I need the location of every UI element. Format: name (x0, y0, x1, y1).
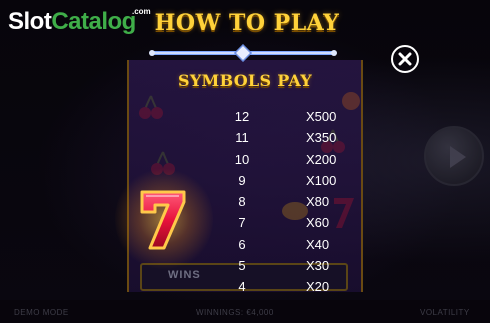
payout-multiplier: X60 (306, 215, 330, 231)
payout-multiplier: X20 (306, 279, 330, 295)
symbol-count: 4 (238, 279, 246, 295)
slotcatalog-watermark: SlotCatalog .com (8, 7, 151, 38)
paytable-row: 12 X500 (226, 106, 350, 127)
symbol-count: 6 (238, 236, 246, 252)
paytable-row: 8 X80 (226, 191, 350, 212)
background-bottom-left-text: DEMO MODE (14, 308, 69, 317)
close-icon (398, 52, 412, 66)
page-title: HOW TO PLAY (154, 10, 340, 36)
background-cherry-icon (139, 95, 163, 119)
close-button[interactable] (391, 45, 419, 73)
symbol-count: 7 (238, 215, 246, 231)
paytable-row: 11 X350 (226, 127, 350, 148)
symbol-count: 8 (238, 194, 246, 210)
symbol-count: 12 (234, 109, 250, 124)
background-spin-button (424, 126, 484, 186)
payout-multiplier: X100 (306, 172, 337, 188)
payout-multiplier: X500 (306, 109, 337, 124)
payout-multiplier: X80 (306, 194, 330, 210)
paytable-row: 9 X100 (226, 170, 350, 191)
background-bottom-center-text: WINNINGS: €4,000 (196, 308, 274, 317)
payout-multiplier: X200 (306, 151, 337, 167)
watermark-slot-text: Slot (8, 8, 52, 35)
section-title: SYMBOLS PAY (177, 71, 313, 90)
payout-multiplier: X30 (306, 258, 330, 274)
payout-multiplier: X40 (306, 236, 330, 252)
background-bottom-right-text: VOLATILITY (420, 308, 470, 317)
payout-multiplier: X350 (306, 130, 337, 146)
paytable-row: 6 X40 (226, 234, 350, 255)
paytable: 12 X500 11 X350 10 X200 9 X100 8 X80 7 X60 6 X40 5 X30 4… (226, 106, 350, 298)
symbol-count: 9 (238, 172, 246, 188)
paytable-row: 10 X200 (226, 149, 350, 170)
paytable-row: 5 X30 (226, 255, 350, 276)
paytable-row: 7 X60 (226, 212, 350, 233)
watermark-catalog-text: Catalog (51, 8, 136, 35)
seven-icon (140, 190, 186, 250)
symbol-count: 10 (234, 151, 250, 167)
red-seven-symbol (115, 166, 213, 272)
symbol-count: 11 (235, 130, 249, 146)
symbol-count: 5 (238, 258, 246, 274)
paytable-row: 4 X20 (226, 276, 350, 297)
ornamental-divider (149, 44, 337, 62)
